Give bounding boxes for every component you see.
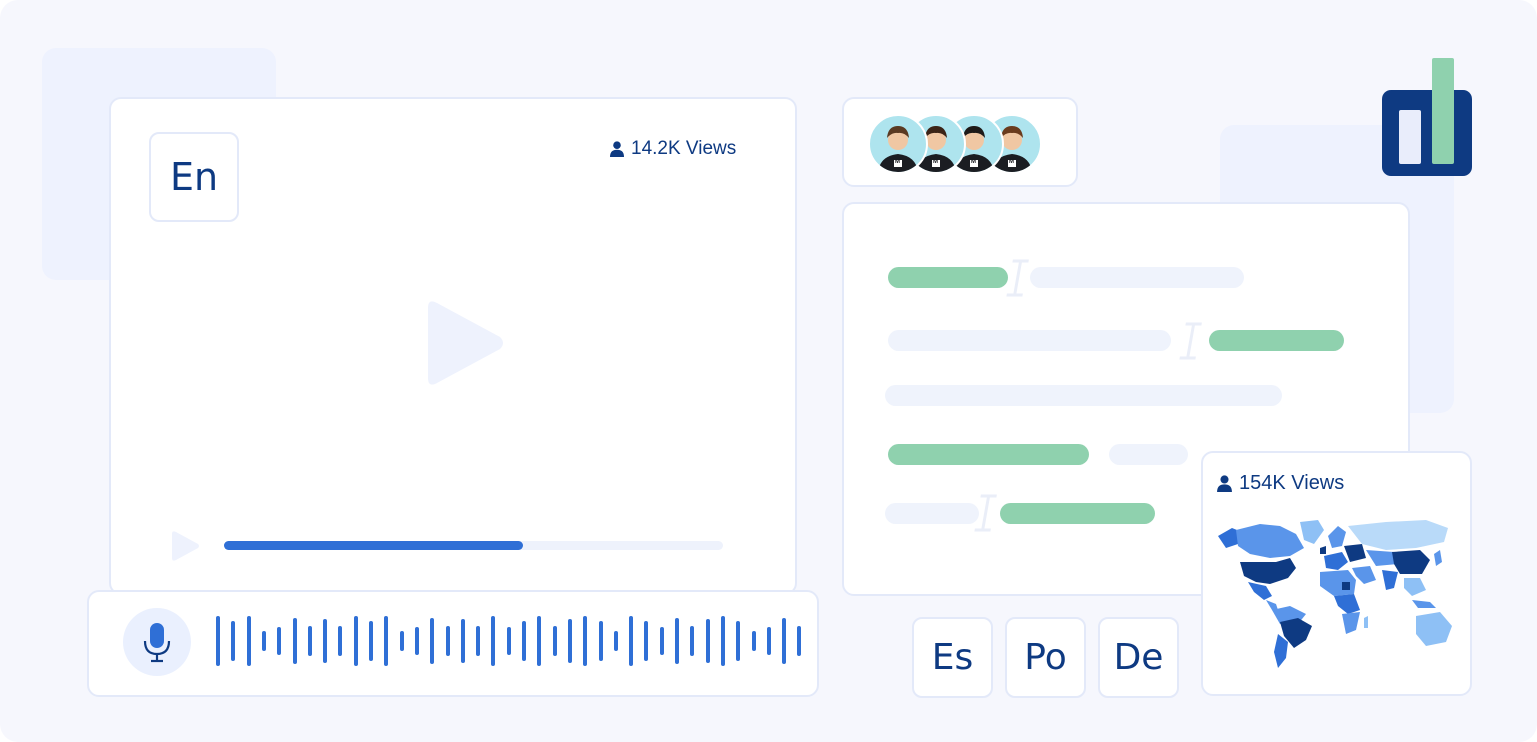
waveform-bar [216,616,220,666]
transcript-line-5-highlight [1000,503,1155,524]
waveform-bar [751,631,756,651]
map-region-africa-center [1334,594,1360,614]
map-region-russia [1348,520,1448,550]
transcript-line-2-text [888,330,1171,351]
waveform-bar [659,627,664,655]
avatar-shirt-letter: M [895,159,900,165]
person-icon [610,141,624,157]
waveform-bar [522,621,526,661]
waveform-bar [491,616,496,666]
target-language-de[interactable]: De [1098,617,1179,698]
map-region-east-europe [1344,544,1366,562]
person-icon [1217,474,1232,492]
audio-waveform [210,612,802,670]
bar-chart-logo [1382,58,1472,176]
map-region-north-africa [1320,570,1356,596]
map-region-usa [1240,558,1296,584]
waveform-bar [705,619,710,663]
waveform-bar [675,618,679,664]
transcript-line-2-highlight [1209,330,1344,351]
avatar-shirt-letter: M [971,159,976,165]
waveform-bar [736,621,741,661]
map-views-text: 154K Views [1239,471,1345,494]
waveform-bar [644,621,649,661]
waveform-bar [261,631,266,651]
waveform-bar [414,627,419,655]
map-region-canada [1236,524,1304,558]
speaker-avatar[interactable]: M [868,114,928,174]
waveform-bar [583,616,588,666]
text-cursor-icon [974,494,997,532]
transcript-line-5-text [885,503,979,524]
waveform-bar [690,626,695,656]
map-region-south-africa [1342,612,1360,634]
waveform-bar [369,621,373,661]
map-region-se-asia [1404,578,1426,596]
waveform-bar [353,616,358,666]
target-language-po[interactable]: Po [1005,617,1086,698]
waveform-bar [629,616,634,666]
video-progress-fill [224,541,524,550]
waveform-bar [231,621,236,661]
video-progress-track[interactable] [224,541,723,550]
waveform-bar [613,631,618,651]
waveform-bar [506,627,511,655]
map-region-mexico [1248,582,1272,600]
transcript-line-1-highlight [888,267,1008,288]
map-region-uk [1320,546,1326,554]
waveform-bar [460,619,465,663]
avatar-shirt-letter: M [933,159,938,165]
map-region-japan [1434,550,1442,566]
waveform-bar [782,618,787,664]
waveform-bar [720,616,725,666]
waveform-bar [445,626,450,656]
text-cursor-icon [1179,322,1202,360]
waveform-bar [476,626,481,656]
small-play-button[interactable] [170,530,200,562]
video-views-label: 14.2K Views [610,137,736,161]
waveform-bar [430,618,435,664]
map-region-india [1382,570,1398,590]
transcript-line-3-text [885,385,1282,406]
waveform-bar [323,619,328,663]
transcript-line-4-text [1109,444,1188,465]
waveform-bar [277,627,282,655]
waveform-bar [246,616,251,666]
transcript-line-1-text [1030,267,1244,288]
map-region-madagascar [1364,616,1368,628]
avatar-shirt-letter: M [1009,159,1014,165]
map-region-australia [1416,612,1452,646]
waveform-bar [797,626,802,656]
waveform-bar [338,626,343,656]
text-cursor-icon [1006,259,1029,297]
waveform-bar [292,618,297,664]
map-region-indonesia [1412,600,1436,608]
waveform-bar [399,631,404,651]
world-views-map [1218,520,1452,668]
waveform-bar [567,619,572,663]
map-region-central-am [1266,600,1278,610]
target-language-es[interactable]: Es [912,617,993,698]
waveform-bar [537,616,542,666]
map-region-africa-dark [1342,582,1350,590]
waveform-bar [384,616,389,666]
waveform-bar [552,626,557,656]
microphone-icon [143,623,171,663]
video-views-text: 14.2K Views [631,138,737,159]
map-region-south-america-s [1274,634,1288,668]
transcript-line-4-highlight [888,444,1089,465]
play-icon[interactable] [424,298,506,388]
waveform-bar [766,627,771,655]
waveform-bar [598,621,603,661]
waveform-bar [307,626,312,656]
microphone-button[interactable] [123,608,191,676]
map-region-china [1392,550,1430,574]
map-views-label: 154K Views [1217,471,1344,495]
map-region-scandinavia [1328,526,1346,548]
map-region-west-europe [1324,552,1348,570]
source-language-badge[interactable]: En [149,132,239,222]
map-region-greenland [1300,520,1324,544]
